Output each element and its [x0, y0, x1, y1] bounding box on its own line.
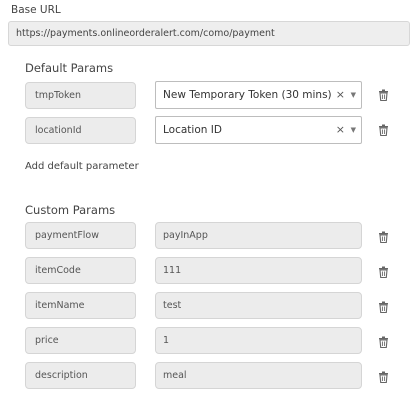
default-param-value-select[interactable]: New Temporary Token (30 mins) × ▼ — [155, 81, 362, 109]
default-param-key-field[interactable]: locationId — [25, 117, 136, 144]
custom-param-value-field[interactable]: payInApp — [155, 222, 362, 249]
custom-param-key-field[interactable]: itemCode — [25, 257, 136, 284]
chevron-down-icon[interactable]: ▼ — [351, 82, 356, 108]
trash-icon[interactable] — [378, 371, 392, 385]
custom-param-value-field[interactable]: test — [155, 292, 362, 319]
select-value: Location ID — [163, 124, 222, 136]
trash-icon[interactable] — [378, 124, 392, 138]
trash-icon[interactable] — [378, 266, 392, 280]
trash-icon[interactable] — [378, 301, 392, 315]
chevron-down-icon[interactable]: ▼ — [351, 117, 356, 143]
custom-params-title: Custom Params — [25, 203, 116, 217]
select-value: New Temporary Token (30 mins) — [163, 89, 332, 101]
default-param-key-field[interactable]: tmpToken — [25, 82, 136, 109]
custom-param-key-field[interactable]: paymentFlow — [25, 222, 136, 249]
custom-param-value-field[interactable]: meal — [155, 362, 362, 389]
trash-icon[interactable] — [378, 89, 392, 103]
add-default-parameter-link[interactable]: Add default parameter — [25, 161, 139, 172]
custom-param-key-field[interactable]: price — [25, 327, 136, 354]
close-icon[interactable]: × — [336, 117, 345, 143]
default-param-value-select[interactable]: Location ID × ▼ — [155, 116, 362, 144]
default-params-title: Default Params — [25, 61, 114, 75]
base-url-field[interactable]: https://payments.onlineorderalert.com/co… — [8, 21, 410, 46]
base-url-label: Base URL — [11, 4, 61, 16]
trash-icon[interactable] — [378, 336, 392, 350]
custom-param-value-field[interactable]: 1 — [155, 327, 362, 354]
custom-param-key-field[interactable]: description — [25, 362, 136, 389]
custom-param-value-field[interactable]: 111 — [155, 257, 362, 284]
trash-icon[interactable] — [378, 231, 392, 245]
close-icon[interactable]: × — [336, 82, 345, 108]
custom-param-key-field[interactable]: itemName — [25, 292, 136, 319]
